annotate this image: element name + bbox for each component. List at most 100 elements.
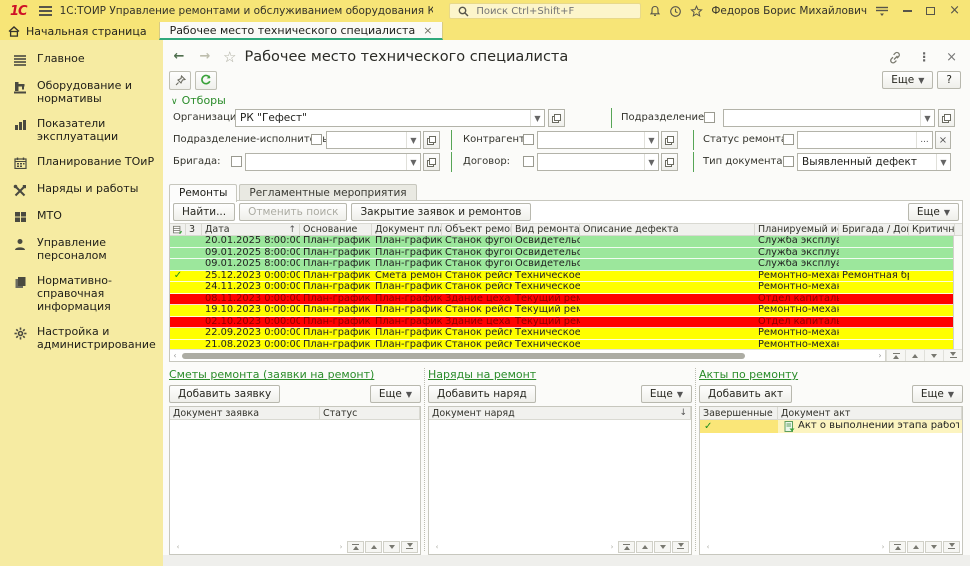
footer-hscroll[interactable]: ‹› <box>174 542 345 551</box>
add-order-button[interactable]: Добавить наряд <box>428 385 536 403</box>
table-row[interactable]: 09.01.2025 8:00:00План-график П..План-гр… <box>170 259 962 271</box>
column-header[interactable]: Дата↑ <box>202 224 300 235</box>
org-open-button[interactable] <box>548 109 565 127</box>
table-row[interactable]: 21.08.2023 0:00:00План-график П..План-гр… <box>170 340 962 350</box>
column-header[interactable]: Документ заявка <box>170 407 320 419</box>
table-row[interactable]: 22.09.2023 0:00:00План-график П..План-гр… <box>170 328 962 340</box>
scroll-left-icon[interactable]: ‹ <box>174 543 182 551</box>
favorite-star-icon[interactable]: ☆ <box>223 48 236 66</box>
go-up-button[interactable] <box>365 541 382 553</box>
scroll-left-icon[interactable]: ‹ <box>433 543 441 551</box>
column-header[interactable]: Бригада / Догов.. <box>839 224 909 235</box>
close-requests-button[interactable]: Закрытие заявок и ремонтов <box>351 203 530 221</box>
dropdown-icon[interactable]: ▼ <box>406 132 420 148</box>
go-first-button[interactable] <box>889 541 906 553</box>
more-actions-icon[interactable]: ⋮ <box>918 50 930 64</box>
table-row[interactable]: 24.11.2023 0:00:00План-график П..План-гр… <box>170 282 962 294</box>
tab-workplace[interactable]: Рабочее место технического специалиста × <box>159 22 444 40</box>
doctype-field[interactable]: Выявленный дефект▼ <box>797 153 951 171</box>
column-header[interactable]: Документ плано.. <box>372 224 442 235</box>
go-down-button[interactable] <box>383 541 400 553</box>
division-checkbox[interactable] <box>704 112 715 123</box>
acts-title[interactable]: Акты по ремонту <box>699 368 963 382</box>
table-row[interactable]: 08.11.2023 0:00:00План-график П..План-гр… <box>170 294 962 306</box>
sidebar-item-nsi[interactable]: Нормативно-справочная информация <box>0 268 163 319</box>
estimates-title[interactable]: Сметы ремонта (заявки на ремонт) <box>169 368 421 382</box>
go-down-button[interactable] <box>654 541 671 553</box>
column-header[interactable]: Объект ремонта <box>442 224 512 235</box>
vertical-scrollbar[interactable] <box>953 236 962 349</box>
scroll-right-icon[interactable]: › <box>337 543 345 551</box>
repair-status-clear-button[interactable]: × <box>935 131 951 149</box>
division-open-button[interactable] <box>938 109 955 127</box>
column-header[interactable]: Описание дефекта <box>580 224 755 235</box>
main-menu-icon[interactable] <box>39 4 52 18</box>
repair-status-checkbox[interactable] <box>783 134 794 145</box>
sidebar-item-planirovanie[interactable]: Планирование ТОиР <box>0 149 163 176</box>
current-user[interactable]: Федоров Борис Михайлович <box>711 5 867 17</box>
hscroll-thumb[interactable] <box>182 353 745 359</box>
table-row[interactable]: 19.10.2023 0:00:00План-график П..План-гр… <box>170 305 962 317</box>
sidebar-item-nastroyka[interactable]: Настройка и администрирование <box>0 319 163 357</box>
column-header[interactable]: Основание <box>300 224 372 235</box>
pin-button[interactable] <box>169 71 191 90</box>
global-search[interactable] <box>449 3 641 19</box>
org-field[interactable]: РК "Гефест"▼ <box>235 109 545 127</box>
orders-title[interactable]: Наряды на ремонт <box>428 368 692 382</box>
close-window-button[interactable]: × <box>949 6 960 16</box>
go-first-button[interactable] <box>347 541 364 553</box>
dropdown-icon[interactable]: ▼ <box>644 154 658 170</box>
contractor-open-button[interactable] <box>661 131 678 149</box>
sidebar-item-naryady[interactable]: Наряды и работы <box>0 176 163 203</box>
column-header[interactable]: Планируемый испо.. <box>755 224 839 235</box>
sidebar-item-glavnoe[interactable]: Главное <box>0 46 163 73</box>
maximize-button[interactable] <box>926 7 935 15</box>
scroll-left-icon[interactable]: ‹ <box>704 543 712 551</box>
dropdown-icon[interactable]: ▼ <box>406 154 420 170</box>
filters-collapse-link[interactable]: ∨Отборы <box>171 94 226 107</box>
go-first-button[interactable] <box>886 350 905 361</box>
contract-field[interactable]: ▼ <box>537 153 659 171</box>
hscroll-track[interactable] <box>180 352 875 360</box>
doctype-checkbox[interactable] <box>783 156 794 167</box>
column-header[interactable]: 3 <box>186 224 202 235</box>
go-down-button[interactable] <box>925 541 942 553</box>
find-button[interactable]: Найти... <box>173 203 235 221</box>
history-clock-icon[interactable] <box>669 3 682 19</box>
tab-scheduled-activities[interactable]: Регламентные мероприятия <box>239 184 416 201</box>
tab-home[interactable]: Начальная страница <box>0 22 159 40</box>
column-header[interactable]: Статус <box>320 407 420 419</box>
form-more-button[interactable]: Еще▼ <box>882 71 933 89</box>
column-header[interactable]: Критичность д <box>909 224 955 235</box>
choose-dots-icon[interactable]: ... <box>916 132 932 148</box>
executor-checkbox[interactable] <box>311 134 322 145</box>
brigade-checkbox[interactable] <box>231 156 242 167</box>
footer-hscroll[interactable]: ‹› <box>704 542 887 551</box>
dropdown-icon[interactable]: ▼ <box>530 110 544 126</box>
sidebar-item-pokazateli[interactable]: Показатели эксплуатации <box>0 111 163 149</box>
go-last-button[interactable] <box>672 541 689 553</box>
dropdown-icon[interactable]: ▼ <box>936 154 950 170</box>
contract-open-button[interactable] <box>661 153 678 171</box>
go-up-button[interactable] <box>636 541 653 553</box>
column-settings-icon[interactable] <box>170 224 186 235</box>
tab-close-icon[interactable]: × <box>423 24 432 37</box>
close-form-icon[interactable]: × <box>946 50 957 65</box>
table-row[interactable]: 02.10.2023 0:00:00План-график П..План-гр… <box>170 317 962 329</box>
add-act-button[interactable]: Добавить акт <box>699 385 792 403</box>
sidebar-item-mto[interactable]: МТО <box>0 203 163 230</box>
go-down-button[interactable] <box>924 350 943 361</box>
footer-hscroll[interactable]: ‹› <box>433 542 616 551</box>
dropdown-icon[interactable]: ▼ <box>644 132 658 148</box>
scroll-right-icon[interactable]: › <box>608 543 616 551</box>
cancel-search-button[interactable]: Отменить поиск <box>239 203 347 221</box>
column-header[interactable]: Документ акт <box>778 407 962 419</box>
division-field[interactable]: ▼ <box>723 109 935 127</box>
repairs-more-button[interactable]: Еще▼ <box>908 203 959 221</box>
go-last-button[interactable] <box>943 541 960 553</box>
orders-more-button[interactable]: Еще▼ <box>641 385 692 403</box>
scroll-right-icon[interactable]: › <box>879 543 887 551</box>
tab-repairs[interactable]: Ремонты <box>169 184 237 202</box>
scroll-right-icon[interactable]: › <box>875 351 885 360</box>
go-last-button[interactable] <box>943 350 962 361</box>
